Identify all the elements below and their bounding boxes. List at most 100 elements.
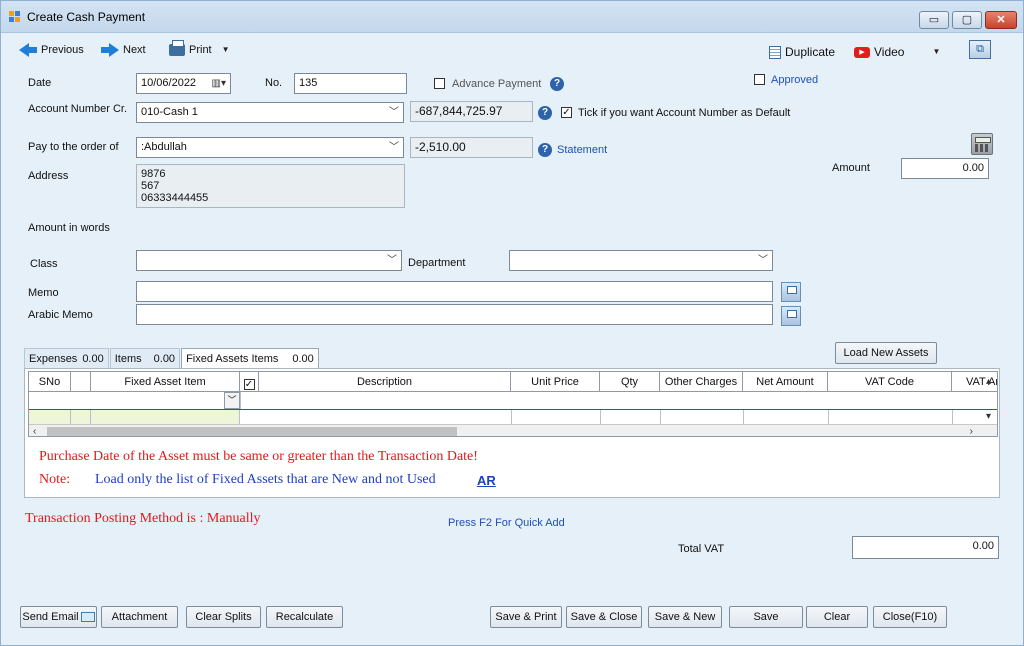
scroll-right-icon[interactable]: › [970,425,973,436]
horizontal-scrollbar[interactable]: ‹ › [29,424,997,436]
column-header[interactable]: Qty [600,372,660,392]
print-button[interactable]: Print ▼ [169,40,230,59]
arabic-memo-input[interactable] [136,304,773,325]
tab-count: 0.00 [292,353,314,365]
tab-label: Fixed Assets Items [186,353,279,365]
department-combo[interactable]: ﹀ [509,250,773,271]
send-email-button[interactable]: Send Email [20,606,97,628]
clear-button[interactable]: Clear [806,606,868,628]
amount-label: Amount [832,162,870,174]
approved-label: Approved [771,74,819,86]
column-header[interactable]: Net Amount [743,372,828,392]
duplicate-button[interactable]: Duplicate [769,43,835,61]
table-row[interactable]: ﹀ [29,392,997,410]
printer-icon [169,40,185,56]
tab-fixed-assets-items[interactable]: Fixed Assets Items 0.00 [181,348,319,370]
window-title: Create Cash Payment [27,10,146,24]
previous-button[interactable]: Previous [19,41,84,59]
tab-expenses[interactable]: Expenses 0.00 [24,348,109,369]
send-email-label: Send Email [22,611,79,623]
calculator-icon[interactable] [971,133,993,155]
pay-to-value: :Abdullah [141,141,187,153]
scroll-left-icon[interactable]: ‹ [33,425,36,436]
column-header[interactable]: Fixed Asset Item [91,372,240,392]
arrow-right-icon [109,43,119,57]
column-header[interactable]: VAT An [952,372,997,392]
attachment-button[interactable]: Attachment [101,606,178,628]
previous-label: Previous [41,44,84,56]
cash-payment-window: Create Cash Payment ▭ ▢ ✕ Previous Next … [0,0,1024,646]
tab-items[interactable]: Items 0.00 [109,348,181,369]
help-icon[interactable]: ? [538,106,552,120]
calendar-icon[interactable]: ▥▾ [212,74,226,93]
address-line: 9876 [141,168,166,180]
save-arabic-memo-icon[interactable] [781,306,801,326]
clear-splits-button[interactable]: Clear Splits [186,606,261,628]
fixed-assets-grid[interactable]: SNo Fixed Asset Item ✓ Description Unit … [28,371,998,437]
save-memo-icon[interactable] [781,282,801,302]
statement-link[interactable]: Statement [557,144,607,156]
number-field[interactable]: 135 [294,73,407,94]
duplicate-label: Duplicate [785,45,836,59]
column-header[interactable]: Description [259,372,511,392]
chevron-down-icon[interactable]: ﹀ [758,251,768,270]
save-new-button[interactable]: Save & New [648,606,722,628]
maximize-button[interactable]: ▢ [952,11,982,29]
amount-field[interactable]: 0.00 [901,158,989,179]
column-header[interactable]: SNo [29,372,71,392]
help-icon[interactable]: ? [550,77,564,91]
pay-to-combo[interactable]: :Abdullah ﹀ [136,137,404,158]
next-button[interactable]: Next [101,41,146,59]
class-label: Class [30,258,58,270]
column-header[interactable]: Other Charges [660,372,743,392]
advance-payment-checkbox[interactable] [434,78,445,89]
splits-tabs: Expenses 0.00 Items 0.00 Fixed Assets Item… [24,348,320,370]
posting-method-note: Transaction Posting Method is : Manually [25,511,261,526]
chevron-down-icon[interactable]: ﹀ [224,392,240,409]
grid-header: SNo Fixed Asset Item ✓ Description Unit … [29,372,997,392]
save-print-button[interactable]: Save & Print [490,606,562,628]
chevron-down-icon[interactable]: ▼ [932,43,940,61]
account-number-combo[interactable]: 010-Cash 1 ﹀ [136,102,404,123]
date-field[interactable]: 10/06/2022 ▥▾ [136,73,231,94]
default-account-checkbox[interactable]: ✓ [561,107,572,118]
tab-count: 0.00 [153,353,176,365]
payee-balance-value: -2,510.00 [415,140,466,154]
minimize-button[interactable]: ▭ [919,11,949,29]
video-label: Video [874,45,905,59]
envelope-icon [80,612,95,623]
recalculate-button[interactable]: Recalculate [266,606,343,628]
load-new-assets-button[interactable]: Load New Assets [835,342,937,364]
class-combo[interactable]: ﹀ [136,250,402,271]
video-button[interactable]: ▶ Video ▼ [854,43,940,61]
scroll-up-icon[interactable]: ▴ [986,375,991,389]
save-close-button[interactable]: Save & Close [566,606,642,628]
payee-balance-field: -2,510.00 [410,137,533,158]
quick-add-hint: Press F2 For Quick Add [448,517,565,529]
chevron-down-icon[interactable]: ﹀ [387,251,397,270]
number-value: 135 [299,77,318,89]
column-header[interactable]: Unit Price [511,372,600,392]
column-header[interactable]: VAT Code [828,372,952,392]
duplicate-icon [769,45,781,59]
chevron-down-icon[interactable]: ▼ [222,41,230,59]
close-f10-button[interactable]: Close(F10) [873,606,947,628]
column-header[interactable] [71,372,91,392]
pay-to-label: Pay to the order of [28,141,119,153]
help-icon[interactable]: ? [538,143,552,157]
ar-link[interactable]: AR [477,473,496,488]
scroll-down-icon[interactable]: ▾ [986,410,991,424]
app-icon [9,11,21,22]
title-bar: Create Cash Payment ▭ ▢ ✕ [1,1,1023,33]
save-button[interactable]: Save [729,606,803,628]
chevron-down-icon[interactable]: ﹀ [389,103,399,122]
chevron-down-icon[interactable]: ﹀ [389,138,399,157]
approved-checkbox[interactable] [754,74,765,85]
close-window-button[interactable]: ✕ [985,11,1017,29]
scroll-thumb[interactable] [47,427,457,436]
memo-input[interactable] [136,281,773,302]
total-vat-label: Total VAT [678,543,725,555]
tab-count: 0.00 [82,353,104,365]
select-all-checkbox[interactable]: ✓ [240,372,259,392]
restore-layout-button[interactable]: ⧉ [969,40,991,59]
